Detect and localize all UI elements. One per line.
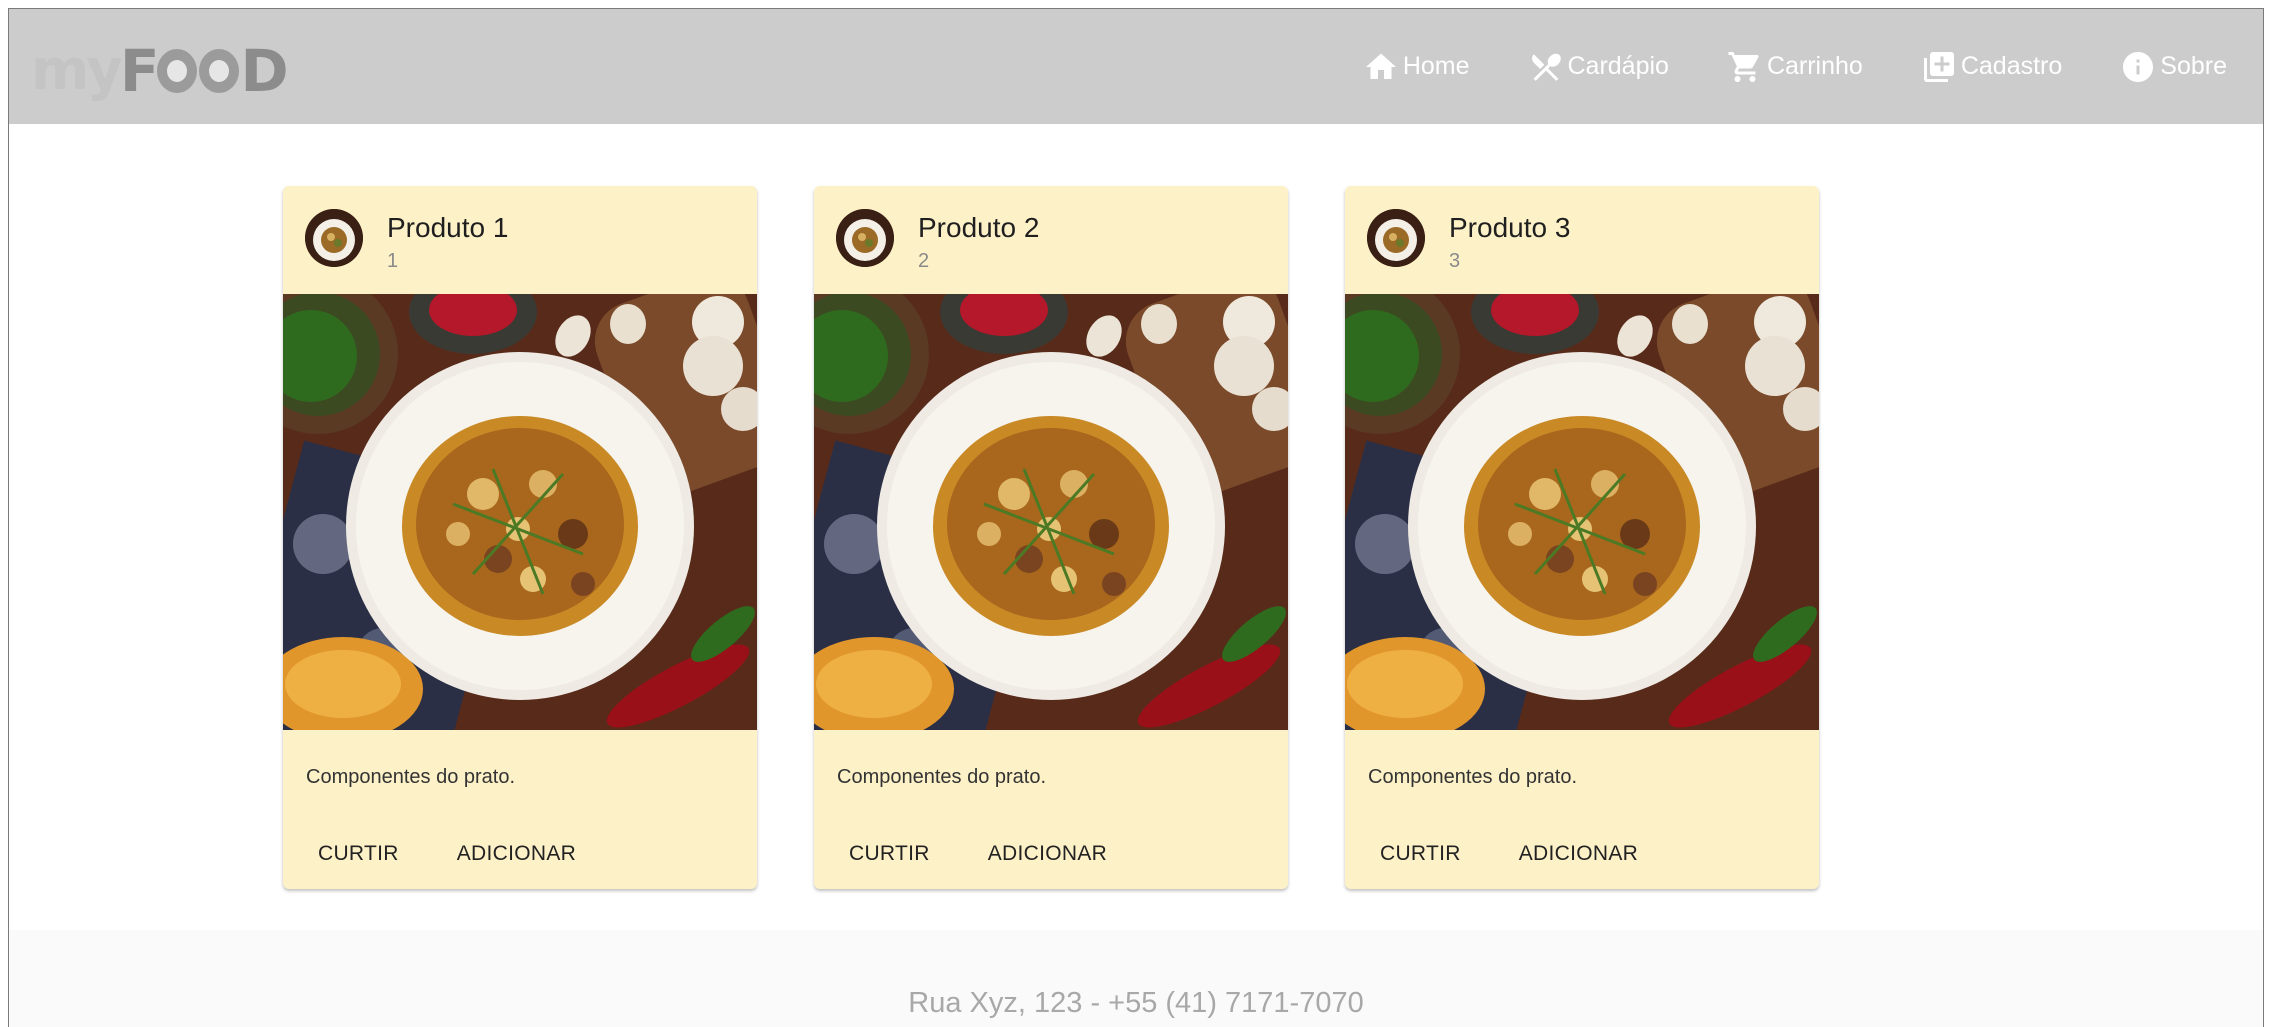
top-header: my F D Home Cardápio Carrinho Cadastro S… xyxy=(9,9,2263,124)
logo-food-text: F D xyxy=(119,37,289,105)
product-card: Produto 2 2 Componentes do prato. CURTIR… xyxy=(814,186,1288,889)
page-footer: Rua Xyz, 123 - +55 (41) 7171-7070 xyxy=(9,930,2263,1027)
app-window: my F D Home Cardápio Carrinho Cadastro S… xyxy=(8,8,2264,1027)
dish-avatar-icon xyxy=(1367,209,1425,267)
nav-sobre[interactable]: Sobre xyxy=(2120,49,2227,85)
card-subtitle: 1 xyxy=(387,250,399,272)
card-title: Produto 2 xyxy=(918,212,1040,243)
card-header: Produto 3 3 xyxy=(1345,186,1819,294)
card-subtitle: 3 xyxy=(1449,250,1461,272)
card-header: Produto 1 1 xyxy=(283,186,757,294)
product-card: Produto 3 3 Componentes do prato. CURTIR… xyxy=(1345,186,1819,889)
cart-icon xyxy=(1728,51,1759,82)
avatar xyxy=(1367,209,1425,267)
dish-avatar-icon xyxy=(305,209,363,267)
like-button[interactable]: CURTIR xyxy=(1361,834,1480,874)
card-description: Componentes do prato. xyxy=(837,766,1047,788)
like-button[interactable]: CURTIR xyxy=(830,834,949,874)
card-title: Produto 3 xyxy=(1449,212,1571,243)
card-actions: CURTIR ADICIONAR xyxy=(1361,834,1657,874)
home-icon xyxy=(1365,53,1396,79)
footer-contact: Rua Xyz, 123 - +55 (41) 7171-7070 xyxy=(908,987,1364,1019)
info-icon xyxy=(2123,51,2154,82)
add-to-cart-button[interactable]: ADICIONAR xyxy=(1500,834,1657,874)
nav-home-label: Home xyxy=(1402,52,1470,80)
main-nav: Home Cardápio Carrinho Cadastro Sobre xyxy=(1363,9,2227,124)
logo-egg-icon xyxy=(157,49,198,93)
nav-carrinho[interactable]: Carrinho xyxy=(1727,49,1863,85)
product-grid: Produto 1 1 Componentes do prato. CURTIR… xyxy=(283,186,1819,889)
card-actions: CURTIR ADICIONAR xyxy=(299,834,595,874)
dish-image xyxy=(283,294,757,730)
logo-food-letter-d: D xyxy=(240,37,288,105)
nav-cardapio-label: Cardápio xyxy=(1567,52,1669,80)
nav-carrinho-label: Carrinho xyxy=(1766,52,1863,80)
card-subtitle: 2 xyxy=(918,250,930,272)
nav-cardapio[interactable]: Cardápio xyxy=(1528,49,1669,85)
nav-cadastro[interactable]: Cadastro xyxy=(1921,49,2062,85)
card-description: Componentes do prato. xyxy=(306,766,516,788)
card-title: Produto 1 xyxy=(387,212,509,243)
brand-logo[interactable]: my F D xyxy=(31,31,289,105)
card-header: Produto 2 2 xyxy=(814,186,1288,294)
avatar xyxy=(836,209,894,267)
card-description: Componentes do prato. xyxy=(1368,766,1578,788)
add-to-cart-button[interactable]: ADICIONAR xyxy=(438,834,595,874)
dish-image xyxy=(814,294,1288,730)
dish-avatar-icon xyxy=(836,209,894,267)
avatar xyxy=(305,209,363,267)
dish-image xyxy=(1345,294,1819,730)
like-button[interactable]: CURTIR xyxy=(299,834,418,874)
logo-food-letter-f: F xyxy=(119,37,160,105)
utensils-icon xyxy=(1531,53,1561,81)
logo-egg-icon xyxy=(199,49,240,93)
nav-home[interactable]: Home xyxy=(1363,49,1470,85)
logo-my-text: my xyxy=(31,38,123,103)
add-to-cart-button[interactable]: ADICIONAR xyxy=(969,834,1126,874)
product-card: Produto 1 1 Componentes do prato. CURTIR… xyxy=(283,186,757,889)
nav-cadastro-label: Cadastro xyxy=(1960,52,2063,80)
add-box-icon xyxy=(1923,51,1954,82)
card-actions: CURTIR ADICIONAR xyxy=(830,834,1126,874)
nav-sobre-label: Sobre xyxy=(2160,52,2227,80)
